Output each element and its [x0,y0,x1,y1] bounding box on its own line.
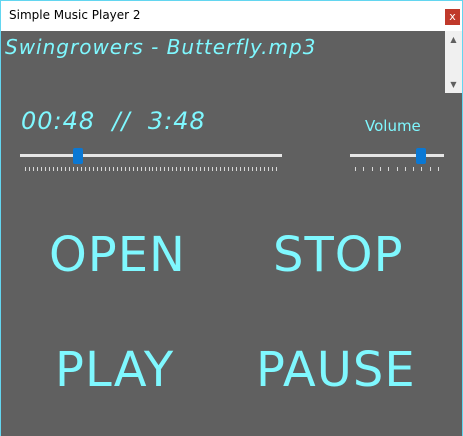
close-icon[interactable]: x [445,9,460,25]
slider-tick [61,167,62,171]
slider-tick [53,167,54,171]
slider-tick [65,167,66,171]
time-display: 00:48 // 3:48 [21,107,206,135]
slider-tick [97,167,98,171]
slider-tick [208,167,209,171]
slider-tick [121,167,122,171]
slider-tick [133,167,134,171]
slider-tick [355,167,356,171]
slider-tick [264,167,265,171]
slider-tick [405,167,406,171]
slider-tick [29,167,30,171]
slider-tick [137,167,138,171]
slider-tick [272,167,273,171]
volume-slider-thumb[interactable] [415,148,426,164]
slider-tick [180,167,181,171]
slider-tick [168,167,169,171]
slider-tick [363,167,364,171]
slider-tick [125,167,126,171]
slider-tick [89,167,90,171]
chevron-down-icon[interactable]: ▼ [445,76,462,93]
play-button[interactable]: PLAY [55,342,174,398]
slider-tick [397,167,398,171]
slider-tick [85,167,86,171]
slider-tick [421,167,422,171]
slider-tick [413,167,414,171]
slider-tick [37,167,38,171]
slider-tick [204,167,205,171]
slider-tick [248,167,249,171]
open-button[interactable]: OPEN [49,227,186,283]
stop-button[interactable]: STOP [273,227,404,283]
title-bar: Simple Music Player 2 x [1,1,462,31]
slider-tick [141,167,142,171]
slider-tick [77,167,78,171]
position-slider-track[interactable] [20,154,282,157]
slider-tick [113,167,114,171]
slider-tick [184,167,185,171]
volume-slider-ticks [355,167,439,171]
slider-tick [45,167,46,171]
slider-tick [380,167,381,171]
slider-tick [152,167,153,171]
slider-tick [25,167,26,171]
slider-tick [129,167,130,171]
slider-tick [160,167,161,171]
app-window: Simple Music Player 2 x ▲ ▼ Swingrowers … [0,0,463,436]
pause-button[interactable]: PAUSE [256,342,416,398]
slider-tick [240,167,241,171]
song-title: Swingrowers - Butterfly.mp3 [5,35,317,59]
chevron-up-icon[interactable]: ▲ [445,31,462,48]
slider-tick [117,167,118,171]
slider-tick [276,167,277,171]
position-slider-ticks [25,167,277,171]
volume-label: Volume [365,117,421,135]
slider-tick [33,167,34,171]
slider-tick [268,167,269,171]
slider-tick [188,167,189,171]
slider-tick [212,167,213,171]
slider-tick [252,167,253,171]
slider-tick [260,167,261,171]
slider-tick [200,167,201,171]
slider-tick [228,167,229,171]
slider-tick [236,167,237,171]
slider-tick [176,167,177,171]
player-area: ▲ ▼ Swingrowers - Butterfly.mp3 00:48 //… [1,31,462,436]
scrollbar-thumb[interactable] [447,49,460,75]
slider-tick [172,167,173,171]
slider-tick [149,167,150,171]
slider-tick [57,167,58,171]
slider-tick [216,167,217,171]
slider-tick [49,167,50,171]
slider-tick [192,167,193,171]
slider-tick [105,167,106,171]
window-title: Simple Music Player 2 [9,8,141,22]
slider-tick [388,167,389,171]
slider-tick [41,167,42,171]
volume-slider-track[interactable] [350,154,444,157]
slider-tick [220,167,221,171]
slider-tick [109,167,110,171]
position-slider-thumb[interactable] [72,148,83,164]
slider-tick [438,167,439,171]
slider-tick [93,167,94,171]
slider-tick [196,167,197,171]
slider-tick [224,167,225,171]
slider-tick [164,167,165,171]
slider-tick [232,167,233,171]
slider-tick [81,167,82,171]
slider-tick [69,167,70,171]
slider-tick [73,167,74,171]
slider-tick [372,167,373,171]
vertical-scrollbar[interactable]: ▲ ▼ [445,31,462,93]
slider-tick [256,167,257,171]
slider-tick [145,167,146,171]
slider-tick [244,167,245,171]
slider-tick [430,167,431,171]
slider-tick [156,167,157,171]
slider-tick [101,167,102,171]
